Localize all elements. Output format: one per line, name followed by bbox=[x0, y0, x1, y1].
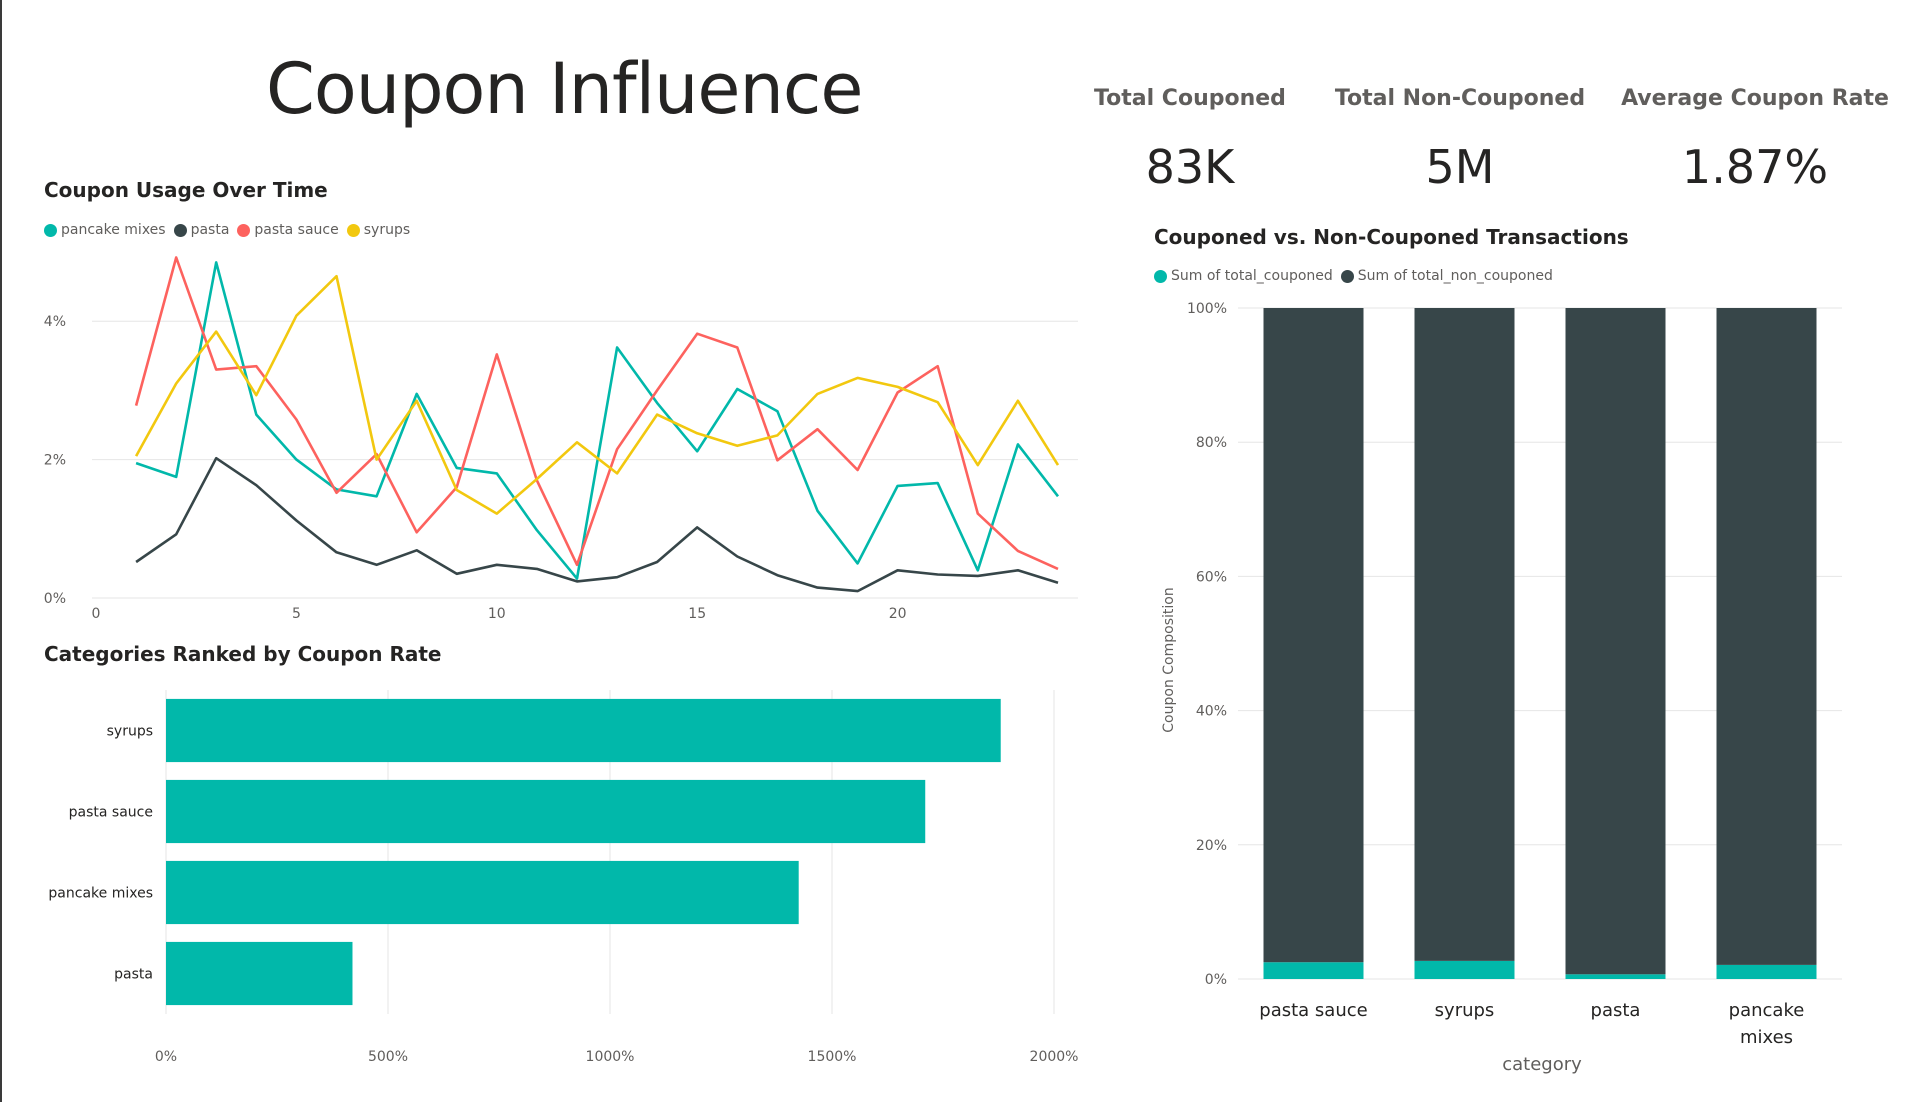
stacked-chart-y-tick-label: 80% bbox=[1196, 435, 1227, 451]
stacked-chart-y-tick-label: 40% bbox=[1196, 704, 1227, 720]
stacked-chart-y-tick-label: 20% bbox=[1196, 838, 1227, 854]
stacked-bar-syrups-sum-of-total-non-couponed bbox=[1414, 308, 1515, 961]
stacked-bar-pancake-mixes-sum-of-total-non-couponed bbox=[1716, 308, 1817, 965]
stacked-bar-pancake-mixes-sum-of-total-couponed bbox=[1716, 964, 1817, 979]
stacked-category-label: mixes bbox=[1740, 1027, 1793, 1048]
stacked-category-label: syrups bbox=[1435, 1000, 1495, 1021]
stacked-category-label: pasta sauce bbox=[1259, 1000, 1367, 1021]
report-page: Coupon Influence Total Couponed 83K Tota… bbox=[0, 0, 1908, 1102]
stacked-bar-syrups-sum-of-total-couponed bbox=[1414, 960, 1515, 979]
stacked-category-label: pasta bbox=[1591, 1000, 1641, 1021]
stacked-bar-pasta-sauce-sum-of-total-couponed bbox=[1263, 962, 1364, 979]
stacked-chart-y-tick-label: 60% bbox=[1196, 569, 1227, 585]
stacked-y-axis-title: Coupon Composition bbox=[1161, 587, 1177, 732]
stacked-chart-y-tick-label: 100% bbox=[1187, 301, 1227, 317]
stacked-chart-y-tick-label: 0% bbox=[1205, 972, 1227, 988]
stacked-x-axis-title: category bbox=[1502, 1054, 1582, 1075]
stacked-column-chart: 0% 20% 40% 60% 80% 100% pasta sauce syrups pasta… bbox=[1161, 301, 1842, 1075]
stacked-category-label: pancake bbox=[1729, 1000, 1805, 1021]
stacked-bar-pasta-sauce-sum-of-total-non-couponed bbox=[1263, 308, 1364, 963]
stacked-bar-pasta-sum-of-total-couponed bbox=[1565, 974, 1666, 979]
stacked-bar-pasta-sum-of-total-non-couponed bbox=[1565, 308, 1666, 975]
